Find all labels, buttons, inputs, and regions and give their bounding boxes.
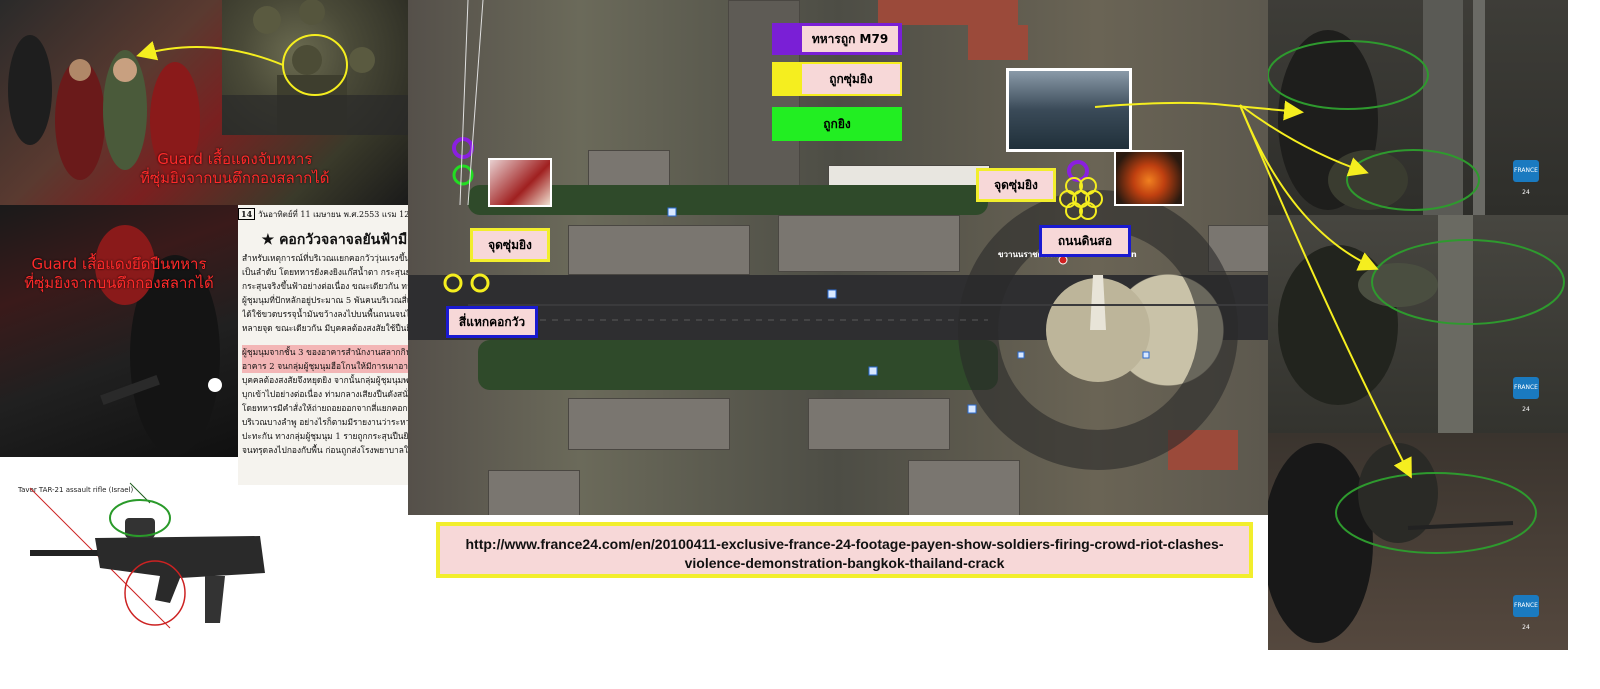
rifle-photo: Tavor TAR-21 assault rifle (Israel) xyxy=(10,478,270,638)
source-url-banner[interactable]: http://www.france24.com/en/20100411-excl… xyxy=(436,522,1253,578)
dinso-label: ถนนดินสอ xyxy=(1039,225,1131,257)
video-frame-1: FRANCE 24 xyxy=(1268,0,1568,215)
france24-video-stills: FRANCE 24 FRANCE 24 FRANCE 24 xyxy=(1268,0,1568,650)
yellow-marker xyxy=(443,273,463,293)
france24-watermark: FRANCE 24 xyxy=(1513,377,1539,413)
soldiers-inset-photo xyxy=(222,0,408,135)
newspaper-page-number: 14 xyxy=(238,208,256,220)
ambush-point-label-left: จุดซุ่มยิง xyxy=(470,228,550,262)
france24-watermark: FRANCE 24 xyxy=(1513,595,1539,631)
yellow-marker xyxy=(470,273,490,293)
video-frame-3: FRANCE 24 xyxy=(1268,433,1568,650)
caption-guard-seized-gun: Guard เสื้อแดงยึดปืนทหาร ที่ซุ่มยิงจากบน… xyxy=(24,255,214,292)
source-url-line-1[interactable]: http://www.france24.com/en/20100411-excl… xyxy=(440,535,1249,554)
legend-m79-label: ทหารถูก M79 xyxy=(802,26,898,52)
injured-inset-photo xyxy=(488,158,552,207)
ambush-point-label-right: จุดซุ่มยิง xyxy=(976,168,1056,202)
legend-m79: ทหารถูก M79 xyxy=(772,23,902,55)
legend-shot: ถูกยิง xyxy=(772,107,902,141)
source-url-line-2[interactable]: violence-demonstration-bangkok-thailand-… xyxy=(440,554,1249,573)
kok-wua-label: สี่แหกคอกวัว xyxy=(446,306,538,338)
guard-with-rifle-photo xyxy=(0,205,238,457)
video-frame-2: FRANCE 24 xyxy=(1268,215,1568,433)
caption-guard-caught-soldier: Guard เสื้อแดงจับทหาร ที่ซุ่มยิงจากบนตึก… xyxy=(140,150,330,187)
legend-sniped: ถูกซุ่มยิง xyxy=(772,62,902,96)
rifle-drawing xyxy=(29,482,265,629)
legend-shot-label: ถูกยิง xyxy=(823,117,851,131)
france24-watermark: FRANCE 24 xyxy=(1513,160,1539,196)
fire-inset-photo xyxy=(1114,150,1184,206)
legend-sniped-label: ถูกซุ่มยิง xyxy=(802,64,900,94)
purple-marker xyxy=(452,137,474,159)
troops-inset-photo xyxy=(1006,68,1132,152)
